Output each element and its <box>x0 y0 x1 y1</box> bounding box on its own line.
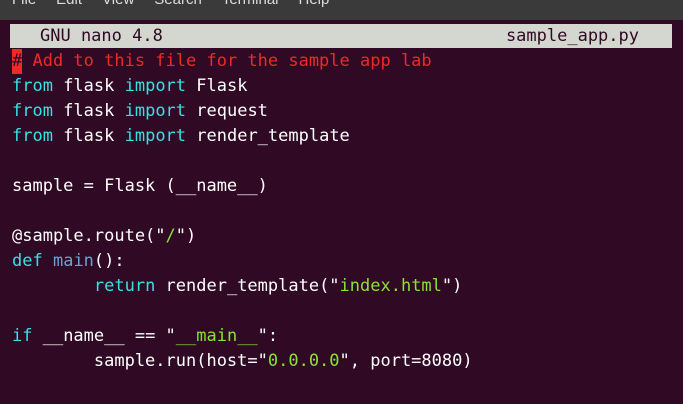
code-token: flask <box>52 126 125 146</box>
code-token: if <box>12 326 33 346</box>
code-token: __name__ == " <box>32 326 176 346</box>
code-token: render_template(" <box>155 276 340 296</box>
code-token: Add to this file for the sample app lab <box>22 51 432 71</box>
editor-line-5[interactable] <box>12 149 473 174</box>
terminal-content[interactable]: GNU nano 4.8 sample_app.py # Add to this… <box>0 20 683 404</box>
menubar-items: File Edit View Search Terminal Help <box>12 0 329 8</box>
code-token: from <box>12 76 53 96</box>
code-token: index.html <box>339 276 442 296</box>
code-token: @sample.route(" <box>12 226 166 246</box>
code-token: sample.run(host=" <box>12 351 268 371</box>
nano-title-bar: GNU nano 4.8 sample_app.py <box>10 24 672 48</box>
editor-line-1[interactable]: # Add to this file for the sample app la… <box>12 49 473 74</box>
menu-terminal[interactable]: Terminal <box>222 0 279 8</box>
code-token: def <box>12 251 43 271</box>
editor-line-8[interactable]: @sample.route("/") <box>12 224 473 249</box>
code-token: ") <box>441 276 463 296</box>
menu-file[interactable]: File <box>12 0 36 8</box>
code-token: ": <box>257 326 279 346</box>
code-token: flask <box>52 76 125 96</box>
editor-line-11[interactable] <box>12 299 473 324</box>
code-token: return <box>93 276 156 296</box>
editor-line-10[interactable]: return render_template("index.html") <box>12 274 473 299</box>
code-token: __main__ <box>175 326 258 346</box>
menu-edit[interactable]: Edit <box>56 0 82 8</box>
terminal-menubar: File Edit View Search Terminal Help <box>0 0 683 20</box>
code-token: Flask <box>186 76 248 96</box>
editor-line-4[interactable]: from flask import render_template <box>12 124 473 149</box>
menu-help[interactable]: Help <box>299 0 330 8</box>
menu-search[interactable]: Search <box>154 0 202 8</box>
text-cursor: # <box>12 49 23 74</box>
code-token: import <box>124 101 187 121</box>
code-token: flask <box>52 101 125 121</box>
nano-version-label: GNU nano 4.8 <box>40 26 163 46</box>
editor-text-area[interactable]: # Add to this file for the sample app la… <box>12 49 473 374</box>
code-token: 0.0.0.0 <box>267 351 340 371</box>
code-token: from <box>12 126 53 146</box>
editor-line-9[interactable]: def main(): <box>12 249 473 274</box>
code-token: main <box>52 251 94 271</box>
code-token: / <box>165 226 176 246</box>
code-token: import <box>124 76 187 96</box>
editor-line-2[interactable]: from flask import Flask <box>12 74 473 99</box>
code-token: import <box>124 126 187 146</box>
editor-line-7[interactable] <box>12 199 473 224</box>
code-token: render_template <box>186 126 350 146</box>
code-token: from <box>12 101 53 121</box>
editor-line-12[interactable]: if __name__ == "__main__": <box>12 324 473 349</box>
code-token: ", port=8080) <box>339 351 473 371</box>
terminal-window: File Edit View Search Terminal Help GNU … <box>0 0 683 404</box>
menu-view[interactable]: View <box>102 0 134 8</box>
editor-line-13[interactable]: sample.run(host="0.0.0.0", port=8080) <box>12 349 473 374</box>
editor-line-3[interactable]: from flask import request <box>12 99 473 124</box>
editor-line-6[interactable]: sample = Flask (__name__) <box>12 174 473 199</box>
code-token: (): <box>93 251 125 271</box>
code-token: request <box>186 101 268 121</box>
nano-filename: sample_app.py <box>505 26 639 46</box>
code-token: ") <box>175 226 197 246</box>
code-token: sample = Flask (__name__) <box>12 176 268 196</box>
